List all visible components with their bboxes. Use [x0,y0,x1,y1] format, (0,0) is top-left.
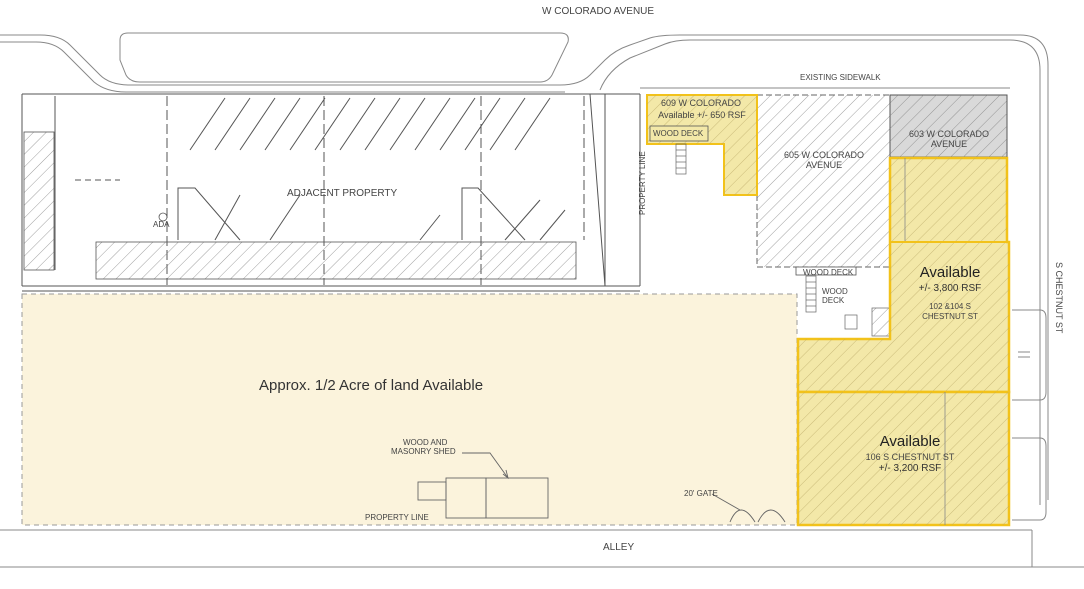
alley [0,529,1084,568]
existing-sidewalk-label: EXISTING SIDEWALK [800,73,881,82]
unit-102-104-address-2: CHESTNUT ST [922,312,978,321]
wood-deck-small-label-2: DECK [822,296,845,305]
unit-102-104-address-1: 102 &104 S [929,302,971,311]
unit-106-address: 106 S CHESTNUT ST [865,452,955,462]
site-plan-canvas: W COLORADO AVENUE S CHESTNUT ST ALLEY EX… [0,0,1084,589]
street-label-north: W COLORADO AVENUE [542,6,655,17]
shed-label-1: WOOD AND [403,438,448,447]
property-line-bottom-label: PROPERTY LINE [365,513,429,522]
wood-deck-small-label-1: WOOD [822,287,848,296]
available-land [21,293,798,526]
shed-label-2: MASONRY SHED [391,447,456,456]
street-label-south: ALLEY [603,542,635,553]
property-line-vertical-label: PROPERTY LINE [638,151,647,215]
building-605 [756,94,891,268]
site-plan-drawing [0,32,1084,568]
unit-102-104-status: Available [919,264,981,281]
gate-label: 20' GATE [684,489,718,498]
street-label-east: S CHESTNUT ST [1054,262,1064,334]
adjacent-hatch-bottom [95,241,577,280]
land-available-label: Approx. 1/2 Acre of land Available [259,377,484,394]
unit-609-address: 609 W COLORADO [660,98,742,108]
wood-deck-609-label: WOOD DECK [653,129,704,138]
building-605-address-1: 605 W COLORADO [783,150,865,160]
east-curbs [1012,309,1047,521]
wood-deck-605-label: WOOD DECK [803,268,854,277]
building-603-address-2: AVENUE [930,139,968,149]
adjacent-hatch-left [23,131,55,271]
ada-label: ADA [153,220,170,229]
unit-106-size: +/- 3,200 RSF [878,463,942,474]
unit-609-status-size: Available +/- 650 RSF [658,110,746,120]
unit-102-104-size: +/- 3,800 RSF [918,283,982,294]
building-603-address-1: 603 W COLORADO [908,129,990,139]
adjacent-property-label: ADJACENT PROPERTY [287,188,398,199]
unit-106-status: Available [879,433,941,450]
building-605-address-2: AVENUE [805,160,843,170]
